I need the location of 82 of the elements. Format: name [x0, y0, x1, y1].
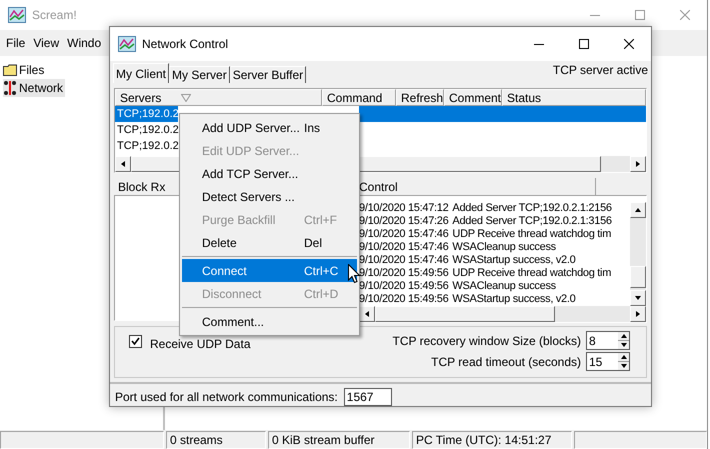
menu-item[interactable]: Add UDP Server... Ins	[182, 116, 357, 139]
close-icon	[624, 39, 634, 49]
checkbox-label: Receive UDP Data	[150, 336, 250, 353]
scroll-right-button[interactable]	[630, 306, 646, 322]
tree-item[interactable]: Files	[3, 61, 46, 79]
spin-down-icon[interactable]	[620, 364, 626, 368]
server-status-text: TCP server active	[552, 62, 648, 79]
spin-down-icon[interactable]	[620, 343, 626, 347]
log-message: WSAStartup success, v2.0	[452, 292, 576, 306]
log-time: 9/10/2020 15:47:46	[359, 227, 448, 242]
status-field: PC Time (UTC): 14:51:27	[412, 431, 572, 449]
log-message: Added Server TCP;192.0.2.1:3156	[452, 214, 612, 229]
app-icon	[118, 36, 136, 52]
log-message: WSACleanup success	[452, 240, 556, 255]
menu-item[interactable]: Connect Ctrl+C	[182, 259, 357, 282]
spinner-field[interactable]: 15	[586, 352, 630, 371]
server-address-cell[interactable]: TCP;192.0.2	[115, 122, 178, 138]
spinner-label: TCP read timeout (seconds)	[431, 354, 581, 370]
tree-item[interactable]: Network	[3, 79, 66, 97]
port-label: Port used for all network communications:	[115, 389, 338, 406]
close-icon	[680, 10, 690, 20]
right-arrow-icon	[635, 311, 641, 317]
spinner-label: TCP recovery window Size (blocks)	[392, 332, 581, 350]
spin-up-icon[interactable]	[620, 334, 626, 338]
column-header[interactable]: Comment	[444, 89, 502, 106]
menu-item[interactable]: Add TCP Server...	[182, 162, 357, 185]
down-arrow-icon	[635, 295, 641, 301]
horizontal-scrollbar[interactable]	[359, 306, 646, 322]
app-icon	[8, 7, 26, 23]
right-arrow-icon	[635, 161, 641, 167]
scroll-down-button[interactable]	[630, 290, 646, 306]
column-header[interactable]: Servers	[115, 89, 322, 106]
status-field: 0 streams	[166, 431, 266, 449]
menu-item[interactable]: Comment...	[182, 310, 357, 333]
maximize-icon	[578, 39, 588, 49]
dialog-title: Network Control	[142, 36, 228, 53]
check-icon	[131, 337, 140, 346]
tab[interactable]: My Server	[169, 66, 230, 83]
server-address-cell[interactable]: TCP;192.0.2	[115, 106, 178, 122]
log-time: 9/10/2020 15:47:46	[359, 240, 448, 255]
menu-item[interactable]: Detect Servers ...	[182, 185, 357, 208]
log-message: Added Server TCP;192.0.2.1:2156	[452, 202, 612, 216]
left-arrow-icon	[120, 161, 126, 167]
log-time: 9/10/2020 15:47:46	[359, 253, 448, 268]
left-arrow-icon	[364, 311, 370, 317]
tab[interactable]: Server Buffer	[230, 66, 306, 83]
log-time: 9/10/2020 15:47:26	[359, 214, 448, 229]
log-time: 9/10/2020 15:49:56	[359, 266, 448, 281]
menu-item[interactable]: View	[29, 34, 64, 52]
tab[interactable]: My Client	[113, 63, 170, 83]
scroll-thumb[interactable]	[630, 266, 646, 288]
log-message: UDP Receive thread watchdog tim	[452, 227, 612, 242]
log-time: 9/10/2020 15:47:12	[359, 202, 448, 216]
menu-item[interactable]: File	[2, 34, 30, 52]
scroll-left-button[interactable]	[359, 306, 375, 322]
menu-item[interactable]: Delete Del	[182, 231, 357, 254]
column-header[interactable]: Status	[502, 89, 646, 106]
scroll-thumb[interactable]	[375, 306, 555, 322]
scroll-left-button[interactable]	[115, 156, 131, 172]
vertical-scrollbar[interactable]	[630, 202, 646, 306]
log-time: 9/10/2020 15:49:56	[359, 279, 448, 294]
server-address-cell[interactable]: TCP;192.0.2	[115, 138, 178, 154]
spin-up-icon[interactable]	[620, 355, 626, 359]
network-icon	[3, 80, 17, 96]
menu-item[interactable]: Windo	[63, 34, 106, 52]
scroll-up-button[interactable]	[630, 202, 646, 218]
log-time: 9/10/2020 15:49:56	[359, 292, 448, 306]
checkbox[interactable]	[129, 335, 142, 348]
maximize-icon	[634, 10, 644, 20]
sort-arrow-icon	[181, 94, 192, 102]
status-field: 0 KiB stream buffer	[268, 431, 410, 449]
folder-icon	[3, 64, 17, 76]
spinner-field[interactable]: 8	[586, 331, 630, 350]
log-message: UDP Receive thread watchdog tim	[452, 266, 612, 281]
log-message: WSACleanup success	[452, 279, 556, 294]
scroll-right-button[interactable]	[630, 156, 646, 172]
window-title: Scream!	[32, 7, 77, 24]
log-message: WSAStartup success, v2.0	[452, 253, 576, 268]
column-header[interactable]: Command	[322, 89, 396, 106]
port-field[interactable]: 1567	[344, 388, 392, 406]
up-arrow-icon	[635, 207, 641, 213]
column-header[interactable]: Refresh	[396, 89, 444, 106]
